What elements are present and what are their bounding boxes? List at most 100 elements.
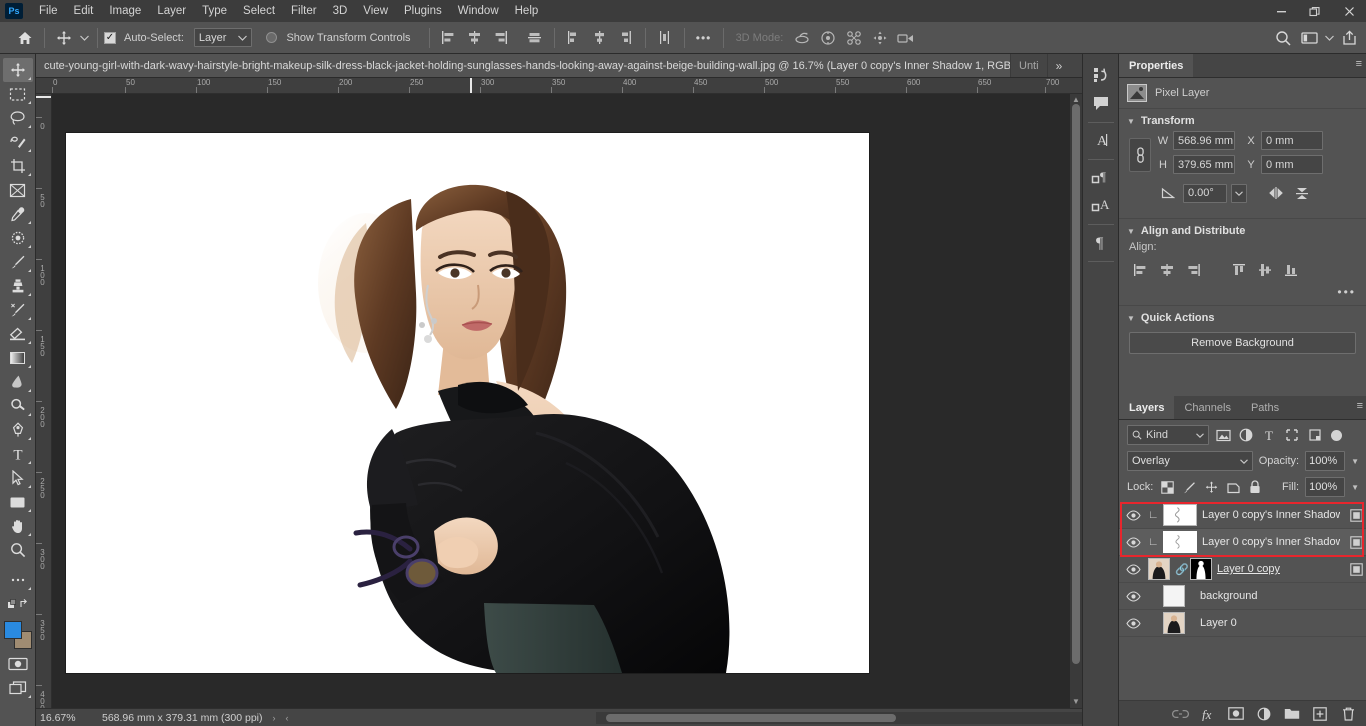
document-tab-untitled[interactable]: Unti [1011,54,1048,77]
quick-mask-mode-button[interactable] [3,652,33,676]
dodge-tool[interactable] [3,394,33,418]
clone-stamp-tool[interactable] [3,274,33,298]
crop-tool[interactable] [3,154,33,178]
drag-3d-icon[interactable] [841,25,867,51]
align-vertical-centers-button[interactable] [1253,259,1277,281]
align-bottom-edges-button[interactable] [1279,259,1303,281]
canvas-vertical-scrollbar[interactable]: ▲ ▼ [1070,94,1082,708]
home-icon[interactable] [12,25,38,51]
comments-panel-icon[interactable] [1087,90,1115,116]
zoom-tool[interactable] [3,538,33,562]
constrain-proportions-button[interactable] [1129,138,1151,172]
add-layer-mask-icon[interactable] [1227,705,1245,723]
new-adjustment-layer-icon[interactable] [1255,705,1273,723]
history-brush-tool[interactable] [3,298,33,322]
frame-tool[interactable] [3,178,33,202]
menu-window[interactable]: Window [450,0,507,22]
default-colors-swap-icon[interactable] [3,592,33,616]
layer-name[interactable]: Layer 0 copy [1217,563,1340,575]
horizontal-type-tool[interactable]: T [3,442,33,466]
auto-select-checkbox[interactable]: ✓ Auto-Select: [104,31,188,44]
properties-panel-menu-icon[interactable]: ≡ [1356,59,1362,70]
character-styles-icon[interactable]: A [1087,192,1115,218]
brush-tool[interactable] [3,250,33,274]
align-more-button[interactable]: ••• [1119,283,1366,305]
transform-section-header[interactable]: ▼ Transform [1119,109,1366,131]
distribute-bottom-edges-icon[interactable] [613,25,639,51]
fill-slider-chevron-down-icon[interactable]: ▼ [1351,483,1359,492]
scroll-down-arrow[interactable]: ▼ [1070,696,1082,708]
character-panel-icon[interactable]: A [1087,127,1115,153]
lock-artboard-nesting-icon[interactable] [1225,478,1241,496]
filter-smart-object-icon[interactable] [1306,425,1324,445]
artboard[interactable] [66,133,869,673]
screen-mode-button[interactable] [3,676,33,700]
share-icon[interactable] [1336,25,1362,51]
lock-all-icon[interactable] [1247,478,1263,496]
roll-3d-icon[interactable] [815,25,841,51]
history-panel-icon[interactable] [1087,62,1115,88]
minimize-button[interactable] [1264,0,1298,22]
opacity-slider-chevron-down-icon[interactable]: ▼ [1351,457,1359,466]
lock-position-icon[interactable] [1203,478,1219,496]
tab-properties[interactable]: Properties [1119,54,1194,77]
quick-actions-section-header[interactable]: ▼ Quick Actions [1119,306,1366,328]
path-selection-tool[interactable] [3,466,33,490]
rotation-angle-input[interactable]: 0.00° [1183,183,1227,203]
paragraph-styles-icon[interactable]: ¶ [1087,164,1115,190]
close-button[interactable] [1332,0,1366,22]
workspace-icon[interactable] [1296,25,1322,51]
layer-name[interactable]: Layer 0 [1200,617,1366,629]
distribute-vertical-centers-icon[interactable] [587,25,613,51]
blur-tool[interactable] [3,370,33,394]
add-layer-style-icon[interactable]: fx [1199,705,1217,723]
flip-vertical-icon[interactable] [1291,183,1313,203]
layer-thumbnail[interactable] [1163,531,1197,553]
align-horizontal-centers-button[interactable] [1155,259,1179,281]
auto-select-scope-dropdown[interactable]: Layer [193,28,253,47]
tool-preset-chevron-down-icon[interactable] [77,25,91,51]
layer-visibility-icon[interactable] [1123,617,1143,629]
blend-mode-dropdown[interactable]: Overlay [1127,451,1253,471]
align-left-edges-icon[interactable] [436,25,462,51]
eraser-tool[interactable] [3,322,33,346]
layer-visibility-icon[interactable] [1123,563,1143,575]
filter-pixel-icon[interactable] [1214,425,1232,445]
status-collapse-arrow[interactable]: ‹ [286,713,289,723]
object-selection-tool[interactable] [3,130,33,154]
vertical-ruler[interactable]: 0 50 100 150 200 250 300 350 400 [36,94,52,708]
show-transform-controls-checkbox[interactable]: Show Transform Controls [266,32,414,44]
layer-thumbnail[interactable] [1163,585,1185,607]
pen-tool[interactable] [3,418,33,442]
menu-edit[interactable]: Edit [66,0,102,22]
layer-thumbnail[interactable] [1163,612,1185,634]
align-top-edges-icon[interactable] [522,25,548,51]
layer-visibility-icon[interactable] [1123,536,1143,548]
horizontal-ruler[interactable]: 0 50 100 150 200 250 300 350 400 450 500… [36,78,1082,94]
filter-enable-toggle[interactable] [1331,429,1342,441]
layer-visibility-icon[interactable] [1123,509,1143,521]
filter-kind-dropdown[interactable]: Kind [1127,425,1209,445]
gradient-tool[interactable] [3,346,33,370]
canvas-horizontal-scrollbar[interactable] [596,712,1096,724]
align-left-edges-button[interactable] [1129,259,1153,281]
move-tool-icon[interactable] [51,25,77,51]
table-row[interactable]: background [1119,583,1366,610]
menu-type[interactable]: Type [194,0,235,22]
rotate-3d-icon[interactable] [789,25,815,51]
new-layer-icon[interactable] [1311,705,1329,723]
scale-3d-icon[interactable] [893,25,919,51]
layer-mask-thumbnail[interactable] [1190,558,1212,580]
filter-adjustment-icon[interactable] [1237,425,1255,445]
filter-type-icon[interactable]: T [1260,425,1278,445]
lock-transparent-pixels-icon[interactable] [1159,478,1175,496]
hand-tool[interactable] [3,514,33,538]
table-row[interactable]: ∟ Layer 0 copy's Inner Shadow [1119,502,1366,529]
layer-effects-badge-icon[interactable] [1345,535,1366,549]
lasso-tool[interactable] [3,106,33,130]
layer-mask-link-icon[interactable]: 🔗 [1175,563,1189,576]
menu-3d[interactable]: 3D [325,0,356,22]
document-tab-active[interactable]: cute-young-girl-with-dark-wavy-hairstyle… [36,54,1011,77]
layers-panel-menu-icon[interactable]: ≡ [1357,401,1363,412]
foreground-color-swatch[interactable] [3,621,22,639]
